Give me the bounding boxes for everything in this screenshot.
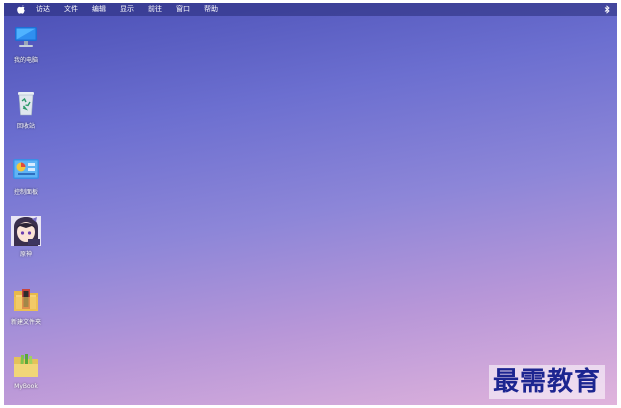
desktop-icon-recycle-bin[interactable]: 回收站 bbox=[4, 87, 48, 130]
menu-help[interactable]: 帮助 bbox=[202, 3, 220, 16]
menu-go[interactable]: 前往 bbox=[146, 3, 164, 16]
menu-bar: 访达 文件 编辑 显示 前往 窗口 帮助 bbox=[4, 3, 617, 16]
desktop-icon-control-panel[interactable]: 控制面板 bbox=[4, 153, 48, 196]
desktop-icon-my-computer[interactable]: 我的电脑 bbox=[4, 21, 48, 64]
menu-window[interactable]: 窗口 bbox=[174, 3, 192, 16]
menu-finder[interactable]: 访达 bbox=[34, 3, 52, 16]
desktop-icon-label: 我的电脑 bbox=[13, 57, 38, 64]
menu-view[interactable]: 显示 bbox=[118, 3, 136, 16]
computer-icon bbox=[15, 27, 37, 47]
menu-file[interactable]: 文件 bbox=[62, 3, 80, 16]
desktop: 访达 文件 编辑 显示 前往 窗口 帮助 我的电脑 回收站 控制面板 原神 新建… bbox=[4, 3, 617, 405]
bluetooth-icon[interactable] bbox=[603, 5, 611, 14]
desktop-icon-label: 原神 bbox=[19, 251, 32, 258]
control-panel-icon bbox=[13, 159, 39, 179]
game-shortcut-icon bbox=[11, 216, 41, 246]
mybook-folder-icon bbox=[14, 354, 38, 377]
menu-edit[interactable]: 编辑 bbox=[90, 3, 108, 16]
desktop-icon-label: 控制面板 bbox=[13, 189, 38, 196]
desktop-icon-label: 回收站 bbox=[16, 123, 35, 130]
desktop-icon-label: MyBook bbox=[14, 383, 38, 390]
folder-icon bbox=[14, 289, 38, 311]
desktop-icon-game[interactable]: 原神 bbox=[4, 215, 48, 258]
recycle-bin-icon bbox=[18, 92, 34, 116]
watermark: 最需教育 bbox=[488, 365, 605, 399]
desktop-icon-label: 新建文件夹 bbox=[10, 319, 41, 326]
desktop-icon-new-folder[interactable]: 新建文件夹 bbox=[4, 283, 48, 326]
apple-menu-icon[interactable] bbox=[16, 5, 26, 15]
desktop-icon-mybook[interactable]: MyBook bbox=[4, 349, 48, 390]
